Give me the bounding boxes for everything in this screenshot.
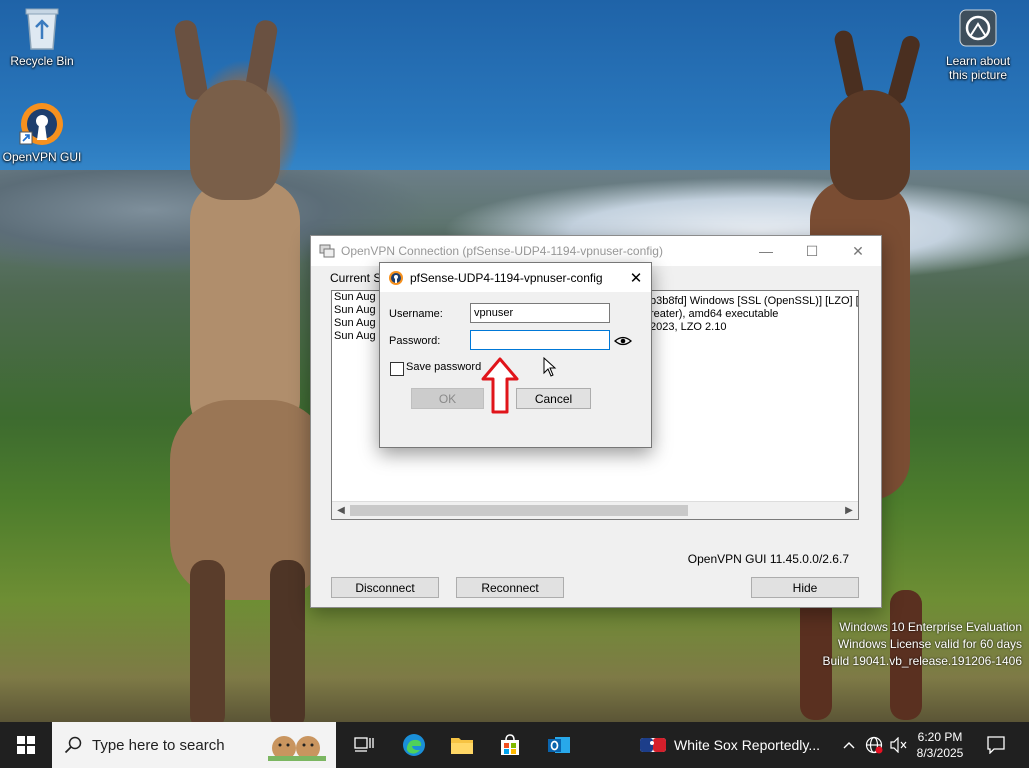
dialog-title: pfSense-UDP4-1194-vpnuser-config xyxy=(410,270,603,285)
openvpn-icon xyxy=(389,270,403,285)
news-widget[interactable]: White Sox Reportedly... xyxy=(640,722,825,768)
desktop-icon-label: OpenVPN GUI xyxy=(2,150,82,164)
log-line-tail: 2023, LZO 2.10 xyxy=(650,321,727,333)
window-title: OpenVPN Connection (pfSense-UDP4-1194-vp… xyxy=(341,244,663,258)
scroll-right-icon[interactable]: ▶ xyxy=(841,503,857,518)
volume-button[interactable] xyxy=(886,722,910,768)
network-icon xyxy=(319,244,335,258)
credentials-dialog: pfSense-UDP4-1194-vpnuser-config ✕ Usern… xyxy=(379,262,652,448)
show-hidden-icons-button[interactable] xyxy=(838,722,860,768)
dialog-close-button[interactable]: ✕ xyxy=(621,263,651,292)
edge-icon xyxy=(403,734,425,756)
search-icon xyxy=(64,736,82,754)
taskbar-outlook[interactable] xyxy=(537,722,581,768)
watermark-line: Build 19041.vb_release.191206-1406 xyxy=(822,654,1023,668)
search-placeholder: Type here to search xyxy=(92,736,225,754)
password-label: Password: xyxy=(389,335,441,347)
taskbar-search[interactable]: Type here to search xyxy=(52,722,336,768)
task-view-icon xyxy=(354,737,374,752)
cancel-button[interactable]: Cancel xyxy=(516,388,591,409)
annotation-arrow-icon xyxy=(481,357,519,414)
windows-watermark: Windows 10 Enterprise Evaluation Windows… xyxy=(823,619,1023,670)
close-button[interactable]: ✕ xyxy=(835,236,881,266)
speaker-muted-icon xyxy=(890,737,907,753)
action-center-button[interactable] xyxy=(976,722,1016,768)
mouse-cursor-icon xyxy=(543,357,557,377)
desktop-icon-label: Recycle Bin xyxy=(10,54,74,68)
horizontal-scrollbar[interactable]: ◀ ▶ xyxy=(332,501,858,519)
log-line-tail: b3b8fd] Windows [SSL (OpenSSL)] [LZO] [L xyxy=(650,295,859,307)
folder-icon xyxy=(451,738,473,754)
save-password-label[interactable]: Save password xyxy=(406,361,481,373)
disconnect-button[interactable]: Disconnect xyxy=(331,577,439,598)
outlook-icon xyxy=(548,737,570,753)
username-label: Username: xyxy=(389,308,443,320)
start-button[interactable] xyxy=(0,722,52,768)
task-view-button[interactable] xyxy=(342,722,386,768)
taskbar-edge[interactable] xyxy=(392,722,436,768)
desktop-icon-learn-picture[interactable]: Learn about this picture xyxy=(938,4,1018,82)
windows-logo-icon xyxy=(17,736,35,754)
desktop-icon-openvpn[interactable]: OpenVPN GUI xyxy=(2,100,82,164)
show-password-eye-icon[interactable] xyxy=(614,335,632,347)
camera-icon xyxy=(954,4,1002,52)
password-field[interactable] xyxy=(470,330,610,350)
search-highlight-dogs-icon xyxy=(268,736,326,761)
minimize-button[interactable]: — xyxy=(743,236,789,266)
taskbar: Type here to search White Sox Reportedly… xyxy=(0,722,1029,768)
version-label: OpenVPN GUI 11.45.0.0/2.6.7 xyxy=(687,552,849,566)
clock-time: 6:20 PM xyxy=(917,730,963,744)
clock[interactable]: 6:20 PM 8/3/2025 xyxy=(910,722,970,768)
dialog-titlebar[interactable]: pfSense-UDP4-1194-vpnuser-config ✕ xyxy=(380,263,651,292)
notification-icon xyxy=(987,736,1005,754)
reconnect-button[interactable]: Reconnect xyxy=(456,577,564,598)
taskbar-store[interactable] xyxy=(488,722,532,768)
recycle-bin-icon xyxy=(18,4,66,52)
mlb-logo-icon xyxy=(640,738,666,752)
username-field[interactable] xyxy=(470,303,610,323)
globe-icon xyxy=(865,736,883,754)
taskbar-file-explorer[interactable] xyxy=(440,722,484,768)
scrollbar-thumb[interactable] xyxy=(350,505,688,516)
maximize-button[interactable]: ☐ xyxy=(789,236,835,266)
chevron-up-icon xyxy=(843,742,855,749)
news-headline: White Sox Reportedly... xyxy=(674,737,821,753)
save-password-checkbox[interactable] xyxy=(390,362,404,376)
openvpn-icon xyxy=(18,100,66,148)
watermark-line: Windows 10 Enterprise Evaluation xyxy=(839,620,1022,634)
scroll-left-icon[interactable]: ◀ xyxy=(333,503,349,518)
store-icon xyxy=(501,734,519,755)
desktop-icon-recycle-bin[interactable]: Recycle Bin xyxy=(2,4,82,68)
log-line-tail: reater), amd64 executable xyxy=(650,308,779,320)
network-status-button[interactable] xyxy=(862,722,886,768)
watermark-line: Windows License valid for 60 days xyxy=(837,637,1022,651)
clock-date: 8/3/2025 xyxy=(916,746,964,760)
hide-button[interactable]: Hide xyxy=(751,577,859,598)
ok-button[interactable]: OK xyxy=(411,388,484,409)
desktop-icon-label: Learn about this picture xyxy=(945,54,1011,82)
